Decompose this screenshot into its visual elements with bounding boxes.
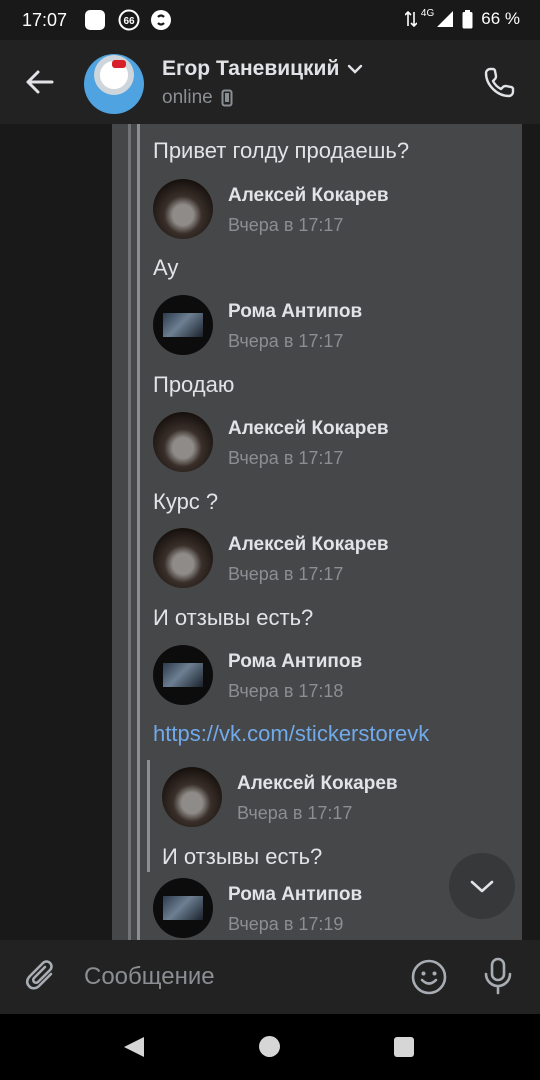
forwarded-author[interactable]: Алексей Кокарев Вчера в 17:17 — [153, 179, 483, 241]
system-nav-bar — [0, 1014, 540, 1080]
badge-notification-icon: 66 — [118, 9, 140, 31]
forwarded-author[interactable]: Рома Антипов Вчера в 17:17 — [153, 295, 483, 357]
network-type: 4G — [420, 7, 435, 19]
contact-name: Егор Таневицкий — [162, 57, 340, 80]
message-time: Вчера в 17:17 — [228, 448, 344, 468]
author-name: Рома Антипов — [228, 651, 363, 672]
avatar[interactable] — [153, 295, 213, 355]
status-right: 4G 66 % — [404, 7, 520, 29]
forwarded-author[interactable]: Алексей Кокарев Вчера в 17:17 — [153, 528, 483, 590]
avatar[interactable] — [153, 645, 213, 705]
message-list[interactable]: Привет голду продаешь? Алексей Кокарев В… — [0, 124, 540, 940]
author-name: Алексей Кокарев — [228, 418, 389, 439]
forwarded-message-text: Курс ? — [153, 489, 219, 514]
avatar[interactable] — [162, 767, 222, 827]
mobile-online-icon — [221, 89, 233, 107]
battery-icon — [462, 9, 473, 28]
chevron-down-icon — [348, 64, 363, 74]
status-bar: 17:07 66 4G 66 % — [0, 0, 540, 40]
forwarded-message-text: И отзывы есть? — [153, 605, 314, 630]
battery-percent: 66 % — [481, 9, 520, 28]
avatar[interactable] — [153, 179, 213, 239]
forwarded-message-text: И отзывы есть? — [162, 844, 323, 869]
message-time: Вчера в 17:17 — [228, 215, 344, 235]
nav-home-icon[interactable] — [259, 1036, 280, 1057]
forwarded-message-text: Ау — [153, 255, 179, 280]
chat-header: Егор Таневицкий online — [0, 40, 540, 124]
contact-name-button[interactable]: Егор Таневицкий — [162, 57, 363, 81]
quote-bar — [147, 760, 150, 872]
chevron-down-icon — [470, 880, 494, 893]
message-time: Вчера в 17:17 — [228, 331, 344, 351]
forwarded-message-text: Привет голду продаешь? — [153, 138, 410, 163]
author-name: Алексей Кокарев — [228, 534, 389, 555]
quote-bar — [137, 124, 140, 940]
message-composer — [0, 940, 540, 1014]
emoji-icon[interactable] — [410, 958, 448, 996]
badge-count: 66 — [123, 16, 135, 27]
author-name: Рома Антипов — [228, 301, 363, 322]
contact-status-row: online — [162, 87, 233, 109]
scroll-down-button[interactable] — [449, 853, 515, 919]
attach-icon[interactable] — [24, 958, 60, 994]
data-arrows-icon — [404, 11, 417, 27]
author-name: Рома Антипов — [228, 884, 363, 905]
forwarded-message-text: Продаю — [153, 372, 235, 397]
forwarded-author[interactable]: Алексей Кокарев Вчера в 17:17 — [153, 412, 483, 474]
status-time: 17:07 — [22, 10, 68, 30]
avatar[interactable] — [153, 878, 213, 938]
message-time: Вчера в 17:18 — [228, 681, 344, 701]
message-time: Вчера в 17:17 — [237, 803, 353, 823]
message-input[interactable] — [84, 954, 384, 1000]
message-link[interactable]: https://vk.com/stickerstorevk — [153, 721, 429, 747]
back-arrow-icon[interactable] — [22, 64, 58, 100]
message-time: Вчера в 17:19 — [228, 914, 344, 934]
author-name: Алексей Кокарев — [228, 185, 389, 206]
microphone-icon[interactable] — [480, 956, 516, 996]
avatar[interactable] — [153, 412, 213, 472]
forwarded-author[interactable]: Рома Антипов Вчера в 17:18 — [153, 645, 483, 707]
signal-icon — [437, 11, 454, 27]
call-icon[interactable] — [482, 64, 518, 100]
contact-avatar[interactable] — [84, 54, 144, 114]
quote-bar — [128, 124, 131, 940]
contact-status: online — [162, 87, 213, 108]
avatar[interactable] — [153, 528, 213, 588]
author-name: Алексей Кокарев — [237, 773, 398, 794]
app-notification-icon — [85, 10, 105, 30]
shazam-icon — [151, 10, 171, 30]
nav-recent-apps-icon[interactable] — [394, 1037, 414, 1057]
message-time: Вчера в 17:17 — [228, 564, 344, 584]
forwarded-author[interactable]: Рома Антипов Вчера в 17:19 — [153, 878, 483, 940]
forwarded-author[interactable]: Алексей Кокарев Вчера в 17:17 — [162, 767, 492, 829]
nav-back-icon[interactable] — [122, 1036, 146, 1058]
